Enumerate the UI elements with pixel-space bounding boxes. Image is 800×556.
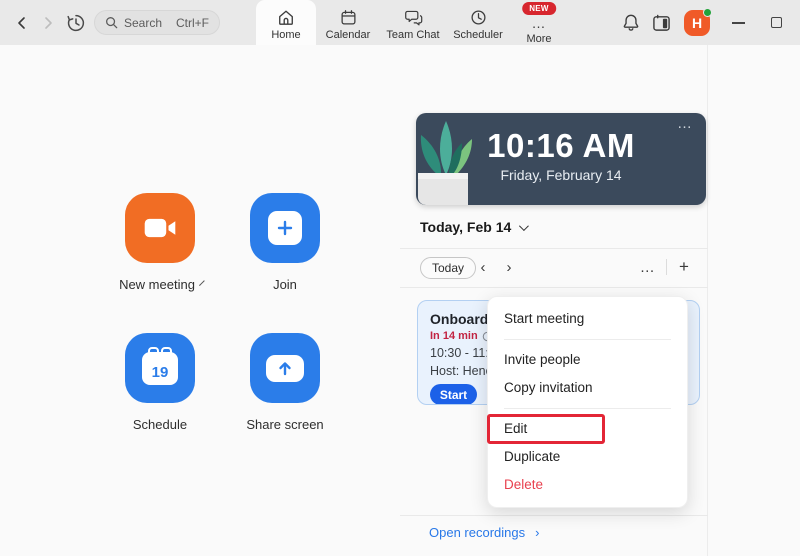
tab-team-chat[interactable]: Team Chat [380, 0, 446, 45]
titlebar: Search Ctrl+F Home Calendar Team Chat Sc… [0, 0, 800, 45]
clock-card-menu-button[interactable]: … [677, 115, 694, 132]
menu-item-edit[interactable]: Edit [487, 414, 687, 444]
menu-divider [504, 408, 671, 409]
chevron-down-icon [519, 220, 530, 231]
avatar-initial: H [691, 14, 703, 31]
clock-icon [470, 10, 486, 25]
forward-button[interactable] [38, 13, 58, 33]
meeting-context-menu: Start meeting Invite people Copy invitat… [487, 296, 688, 508]
arrow-up-icon [266, 354, 304, 382]
home-icon [279, 10, 293, 25]
open-recordings-link[interactable]: Open recordings › [429, 525, 539, 540]
tab-home[interactable]: Home [256, 0, 316, 45]
today-button[interactable]: Today [420, 257, 477, 279]
menu-item-duplicate[interactable]: Duplicate [488, 445, 687, 469]
toolbar-divider [666, 259, 667, 275]
new-meeting-label: New meeting [119, 277, 195, 292]
date-header-label: Today, Feb 14 [420, 219, 512, 235]
link-chevron-icon: › [535, 525, 540, 540]
toolbar-more-button[interactable]: … [636, 253, 660, 281]
tab-calendar[interactable]: Calendar [316, 0, 380, 45]
plus-icon [268, 211, 302, 245]
titlebar-right: H [616, 0, 800, 45]
avatar[interactable]: H [684, 7, 712, 36]
menu-item-delete[interactable]: Delete [488, 473, 687, 497]
chevron-right-icon [45, 17, 52, 29]
join-tile[interactable] [250, 193, 320, 263]
tab-label: More [526, 33, 552, 45]
tab-more[interactable]: NEW … More [510, 0, 568, 45]
history-button[interactable] [66, 13, 86, 33]
new-badge: NEW [522, 2, 556, 15]
divider [400, 287, 708, 288]
calendar-toolbar: Today ‹ › … + [400, 249, 708, 287]
tab-scheduler[interactable]: Scheduler [446, 0, 510, 45]
video-camera-icon [144, 218, 176, 238]
minimize-button[interactable] [732, 21, 745, 24]
tab-label: Home [271, 29, 301, 41]
tab-label: Calendar [325, 29, 371, 41]
chevron-left-icon [18, 17, 25, 29]
date-header-dropdown[interactable]: Today, Feb 14 [420, 219, 530, 235]
share-screen-label: Share screen [246, 417, 324, 432]
tab-bar: Home Calendar Team Chat Scheduler NEW … … [256, 0, 568, 45]
meeting-countdown: In 14 min [430, 330, 478, 342]
schedule-label: Schedule [132, 417, 188, 432]
plant-illustration [418, 121, 472, 205]
schedule-button[interactable]: 19 Schedule [125, 333, 195, 432]
tab-label: Scheduler [453, 29, 503, 41]
side-panel-icon [652, 14, 670, 31]
open-recordings-label: Open recordings [429, 525, 526, 540]
calendar-icon [340, 10, 356, 25]
search-placeholder: Search [124, 15, 163, 30]
maximize-button[interactable] [771, 17, 782, 28]
tab-label: Team Chat [386, 29, 440, 41]
menu-item-edit-label: Edit [504, 421, 528, 436]
history-clock-icon [67, 14, 85, 32]
join-button[interactable]: Join [250, 193, 320, 292]
search-shortcut: Ctrl+F [176, 15, 209, 30]
new-meeting-button[interactable]: New meeting [119, 193, 205, 292]
menu-item-invite-people[interactable]: Invite people [488, 348, 687, 372]
calendar-19-icon: 19 [142, 346, 178, 385]
schedule-tile[interactable]: 19 [125, 333, 195, 403]
today-button-label: Today [432, 261, 465, 275]
new-meeting-tile[interactable] [125, 193, 195, 263]
calendar-date-number: 19 [151, 363, 169, 381]
side-panel-button[interactable] [646, 8, 676, 38]
prev-day-button[interactable]: ‹ [472, 253, 494, 281]
share-screen-tile[interactable] [250, 333, 320, 403]
back-button[interactable] [12, 13, 32, 33]
search-icon [106, 17, 118, 29]
chevron-down-icon[interactable] [199, 280, 205, 286]
chat-bubbles-icon [404, 10, 422, 26]
menu-item-start-meeting[interactable]: Start meeting [488, 307, 687, 331]
next-day-button[interactable]: › [498, 253, 520, 281]
more-dots-icon: … [531, 15, 547, 31]
notifications-button[interactable] [616, 8, 646, 38]
clock-card: … 10:16 AM Friday, February 14 [416, 113, 706, 205]
share-screen-button[interactable]: Share screen [246, 333, 324, 432]
status-dot [703, 7, 712, 17]
join-label: Join [273, 277, 297, 292]
home-content: New meeting Join 19 Schedule Share scree… [0, 45, 800, 556]
zoom-app-window: Search Ctrl+F Home Calendar Team Chat Sc… [0, 0, 800, 556]
divider [400, 515, 708, 516]
menu-divider [504, 339, 671, 340]
search-input[interactable]: Search Ctrl+F [94, 10, 220, 35]
start-meeting-button[interactable]: Start [430, 384, 477, 404]
bell-icon [623, 14, 639, 31]
schedule-panel: … 10:16 AM Friday, February 14 Today, Fe… [400, 45, 708, 556]
menu-item-copy-invitation[interactable]: Copy invitation [488, 376, 687, 400]
start-button-label: Start [439, 387, 468, 402]
add-meeting-button[interactable]: + [672, 253, 696, 281]
